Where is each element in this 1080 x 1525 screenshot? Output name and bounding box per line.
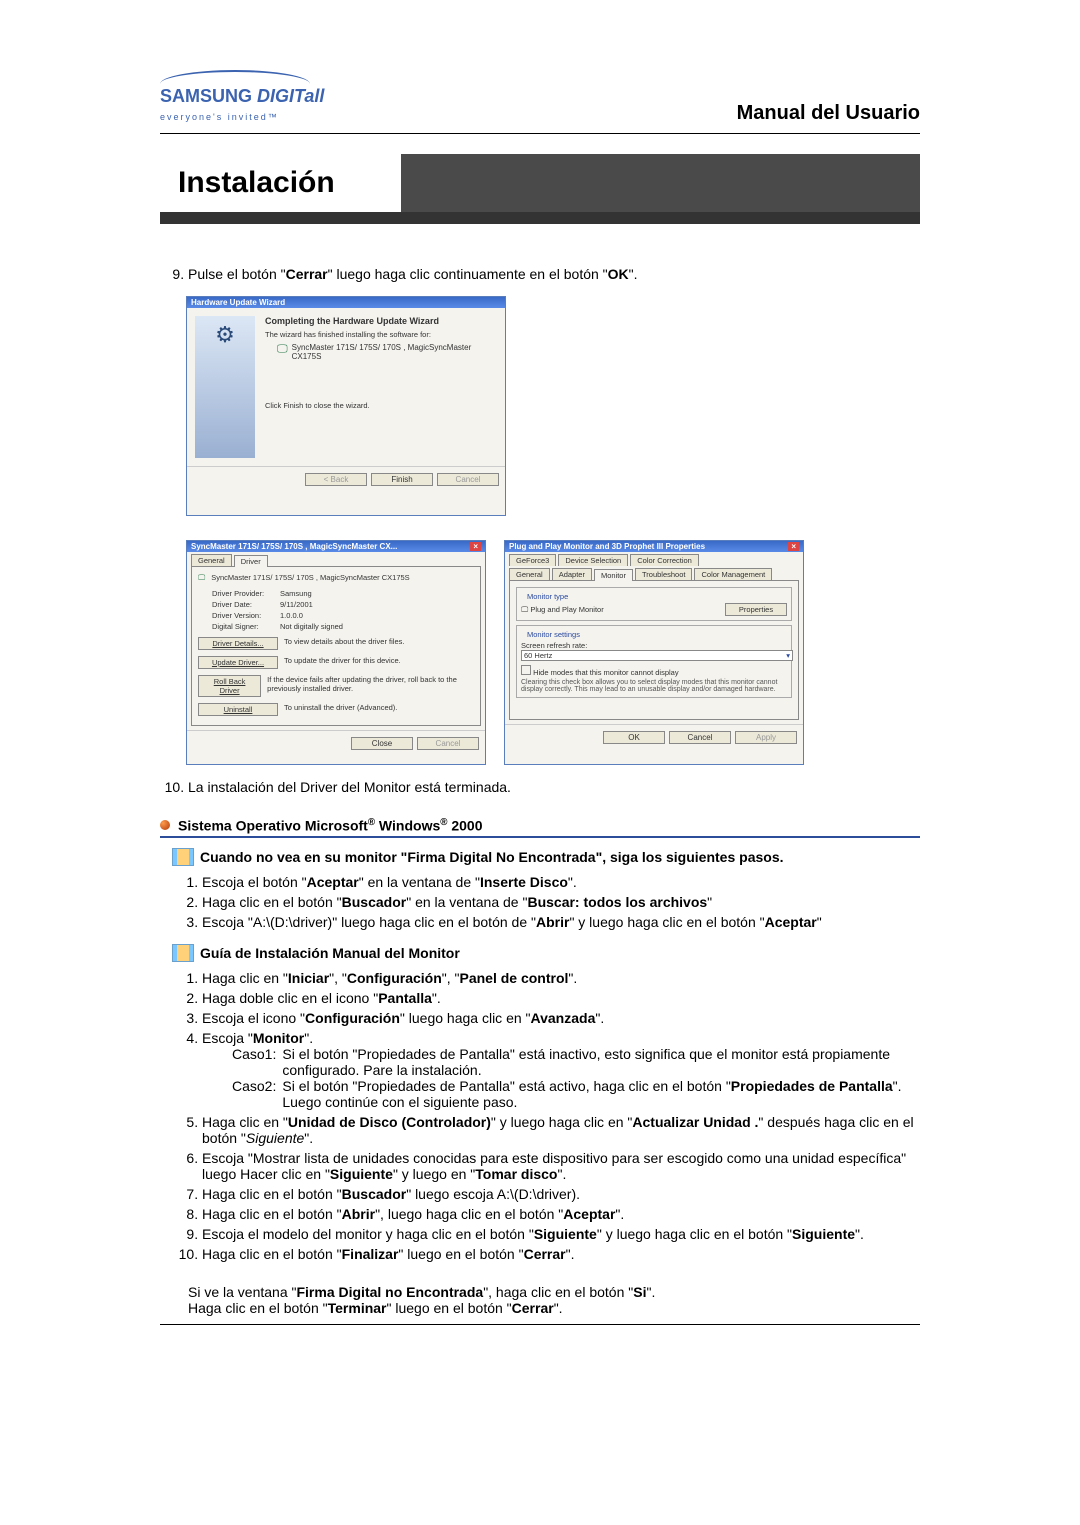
close-button[interactable]: Close — [351, 737, 413, 750]
fieldset-legend: Monitor type — [525, 592, 570, 601]
section-icon — [172, 944, 194, 962]
tab-device-selection[interactable]: Device Selection — [558, 554, 628, 566]
desc: To view details about the driver files. — [284, 637, 404, 654]
finish-button[interactable]: Finish — [371, 473, 433, 486]
os-section-header: Sistema Operativo Microsoft® Windows® 20… — [160, 813, 920, 838]
close-icon[interactable]: × — [788, 542, 799, 551]
brand-logo: SAMSUNG DIGITall everyone's invited™ — [160, 70, 324, 125]
device-name: SyncMaster 171S/ 175S/ 170S , MagicSyncM… — [292, 343, 497, 361]
tab-color-correction[interactable]: Color Correction — [630, 554, 699, 566]
dialog-title: SyncMaster 171S/ 175S/ 170S , MagicSyncM… — [191, 542, 397, 551]
wizard-heading: Completing the Hardware Update Wizard — [265, 316, 497, 326]
hide-modes-desc: Clearing this check box allows you to se… — [521, 679, 787, 693]
value: Samsung — [280, 589, 312, 598]
update-driver-button[interactable]: Update Driver... — [198, 656, 278, 669]
tab-adapter[interactable]: Adapter — [552, 568, 592, 580]
value: Not digitally signed — [280, 622, 343, 631]
label: Driver Version: — [212, 611, 274, 620]
step-9: Pulse el botón "Cerrar" luego haga clic … — [188, 266, 920, 282]
wizard-text: The wizard has finished installing the s… — [265, 330, 497, 339]
subsection-guia: Guía de Instalación Manual del Monitor — [172, 944, 920, 962]
caso1-text: Si el botón "Propiedades de Pantalla" es… — [282, 1046, 920, 1078]
cancel-button[interactable]: Cancel — [669, 731, 731, 744]
tab-monitor[interactable]: Monitor — [594, 569, 633, 581]
hardware-update-wizard-dialog: Hardware Update Wizard ⚙ Completing the … — [186, 296, 506, 516]
monitor-icon: 🖵 — [277, 343, 288, 356]
monitor-icon: 🖵 — [521, 605, 528, 614]
hardware-icon: ⚙ — [215, 322, 235, 348]
cancel-button: Cancel — [417, 737, 479, 750]
dialog-title: Plug and Play Monitor and 3D Prophet III… — [509, 542, 705, 551]
page-header: SAMSUNG DIGITall everyone's invited™ Man… — [160, 70, 920, 134]
refresh-rate-select[interactable]: 60 Hertz ▾ — [521, 650, 793, 661]
label: Digital Signer: — [212, 622, 274, 631]
chevron-down-icon: ▾ — [786, 651, 790, 660]
roll-back-driver-button[interactable]: Roll Back Driver — [198, 675, 261, 697]
value: 9/11/2001 — [280, 600, 313, 609]
firma-step-2: Haga clic en el botón "Buscador" en la v… — [202, 894, 920, 910]
ok-button[interactable]: OK — [603, 731, 665, 744]
label: Driver Date: — [212, 600, 274, 609]
document-title: Manual del Usuario — [737, 102, 920, 125]
desc: If the device fails after updating the d… — [267, 675, 474, 701]
caso1-label: Caso1: — [232, 1046, 276, 1078]
pnp-text: Plug and Play Monitor — [530, 605, 603, 614]
guia-step-5: Haga clic en "Unidad de Disco (Controlad… — [202, 1114, 920, 1146]
uninstall-button[interactable]: Uninstall — [198, 703, 278, 716]
tab-troubleshoot[interactable]: Troubleshoot — [635, 568, 693, 580]
driver-details-button[interactable]: Driver Details... — [198, 637, 278, 650]
firma-step-1: Escoja el botón "Aceptar" en la ventana … — [202, 874, 920, 890]
subsection-firma: Cuando no vea en su monitor "Firma Digit… — [172, 848, 920, 866]
tab-general[interactable]: General — [509, 568, 550, 580]
monitor-properties-dialog: Plug and Play Monitor and 3D Prophet III… — [504, 540, 804, 765]
apply-button: Apply — [735, 731, 797, 744]
step-10: La instalación del Driver del Monitor es… — [188, 779, 920, 795]
wizard-finish-hint: Click Finish to close the wizard. — [265, 401, 497, 410]
guia-step-9: Escoja el modelo del monitor y haga clic… — [202, 1226, 920, 1242]
dialog-title: Hardware Update Wizard — [187, 297, 505, 308]
guia-step-8: Haga clic en el botón "Abrir", luego hag… — [202, 1206, 920, 1222]
device-name: SyncMaster 171S/ 175S/ 170S , MagicSyncM… — [211, 573, 409, 583]
tab-general[interactable]: General — [191, 554, 232, 566]
refresh-label: Screen refresh rate: — [521, 641, 787, 650]
fieldset-legend: Monitor settings — [525, 630, 582, 639]
monitor-icon: 🖵 — [198, 573, 205, 583]
bottom-rule — [160, 1324, 920, 1325]
guia-step-4: Escoja "Monitor". Caso1:Si el botón "Pro… — [202, 1030, 920, 1110]
section-title: Instalación — [160, 154, 405, 224]
desc: To uninstall the driver (Advanced). — [284, 703, 397, 720]
guia-step-6: Escoja "Mostrar lista de unidades conoci… — [202, 1150, 920, 1182]
section-icon — [172, 848, 194, 866]
properties-button[interactable]: Properties — [725, 603, 787, 616]
tab-geforce3[interactable]: GeForce3 — [509, 554, 556, 566]
tab-driver[interactable]: Driver — [234, 555, 268, 567]
guia-step-2: Haga doble clic en el icono "Pantalla". — [202, 990, 920, 1006]
guia-step-7: Haga clic en el botón "Buscador" luego e… — [202, 1186, 920, 1202]
firma-step-3: Escoja "A:\(D:\driver)" luego haga clic … — [202, 914, 920, 930]
desc: To update the driver for this device. — [284, 656, 401, 673]
cancel-button: Cancel — [437, 473, 499, 486]
section-banner: Instalación — [160, 154, 920, 224]
close-icon[interactable]: × — [470, 542, 481, 551]
label: Driver Provider: — [212, 589, 274, 598]
driver-properties-dialog: SyncMaster 171S/ 175S/ 170S , MagicSyncM… — [186, 540, 486, 765]
value: 1.0.0.0 — [280, 611, 303, 620]
bullet-icon — [160, 820, 170, 830]
bottom-note: Si ve la ventana "Firma Digital no Encon… — [188, 1284, 920, 1316]
back-button: < Back — [305, 473, 367, 486]
guia-step-10: Haga clic en el botón "Finalizar" luego … — [202, 1246, 920, 1262]
tab-color-management[interactable]: Color Management — [694, 568, 772, 580]
wizard-graphic: ⚙ — [195, 316, 255, 458]
caso2-label: Caso2: — [232, 1078, 276, 1110]
guia-step-1: Haga clic en "Iniciar", "Configuración",… — [202, 970, 920, 986]
hide-modes-label: Hide modes that this monitor cannot disp… — [533, 668, 679, 677]
guia-step-3: Escoja el icono "Configuración" luego ha… — [202, 1010, 920, 1026]
caso2-text: Si el botón "Propiedades de Pantalla" es… — [282, 1078, 920, 1110]
checkbox[interactable] — [521, 665, 531, 675]
